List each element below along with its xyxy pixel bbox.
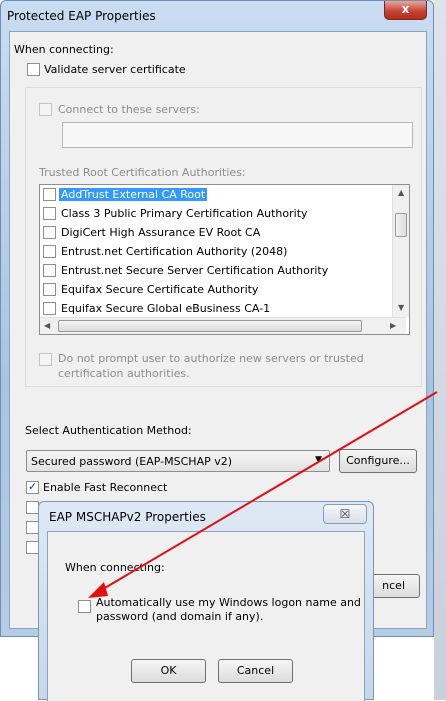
authority-checkbox[interactable] [43, 245, 56, 258]
vertical-scroll-thumb[interactable] [395, 213, 407, 237]
authority-label: Equifax Secure Global eBusiness CA-1 [61, 302, 271, 315]
authority-label: Equifax Secure Certificate Authority [61, 283, 259, 296]
validate-server-certificate-checkbox[interactable] [27, 63, 40, 76]
window-title: Protected EAP Properties [7, 9, 156, 23]
vertical-scrollbar[interactable]: ▲ ▼ [392, 185, 409, 317]
popup-client-area: When connecting: Automatically use my Wi… [47, 531, 365, 701]
authority-label: DigiCert High Assurance EV Root CA [61, 226, 261, 239]
servers-input[interactable] [62, 122, 413, 148]
do-not-prompt-label-line1: Do not prompt user to authorize new serv… [58, 352, 364, 365]
list-item[interactable]: DigiCert High Assurance EV Root CA [40, 223, 390, 242]
background-window-edge [434, 0, 446, 700]
popup-cancel-button[interactable]: Cancel [218, 659, 293, 683]
dropdown-arrow-icon: ▼ [315, 455, 322, 465]
auto-logon-checkbox[interactable] [78, 600, 91, 613]
authority-checkbox[interactable] [43, 302, 56, 315]
authority-checkbox[interactable] [43, 226, 56, 239]
eap-mschapv2-properties-dialog: EAP MSCHAPv2 Properties ☒ When connectin… [38, 501, 374, 701]
authority-label: Class 3 Public Primary Certification Aut… [61, 207, 308, 220]
when-connecting-heading: When connecting: [14, 43, 114, 56]
list-item[interactable]: AddTrust External CA Root [40, 185, 390, 204]
authority-label: Entrust.net Certification Authority (204… [61, 245, 288, 258]
authority-label: Entrust.net Secure Server Certification … [61, 264, 329, 277]
enable-fast-reconnect-label: Enable Fast Reconnect [43, 481, 168, 494]
connect-to-servers-checkbox[interactable] [39, 103, 52, 116]
horizontal-scroll-thumb[interactable] [58, 320, 362, 332]
do-not-prompt-label-line2: certification authorities. [58, 367, 190, 380]
authority-checkbox[interactable] [43, 283, 56, 296]
trusted-root-list[interactable]: AddTrust External CA Root Class 3 Public … [39, 184, 410, 335]
configure-button[interactable]: Configure... [339, 449, 417, 473]
scroll-down-arrow-icon[interactable]: ▼ [398, 303, 404, 312]
horizontal-scrollbar[interactable]: ◀ ▶ [40, 317, 406, 334]
list-item[interactable]: Class 3 Public Primary Certification Aut… [40, 204, 390, 223]
list-item[interactable]: Equifax Secure Global eBusiness CA-1 [40, 299, 390, 318]
list-item[interactable]: Entrust.net Certification Authority (204… [40, 242, 390, 261]
popup-title: EAP MSCHAPv2 Properties [49, 510, 206, 524]
ok-button[interactable]: OK [131, 659, 206, 683]
connect-to-servers-label: Connect to these servers: [58, 103, 200, 116]
auth-method-dropdown[interactable]: Secured password (EAP-MSCHAP v2) ▼ [26, 450, 330, 472]
trusted-root-label: Trusted Root Certification Authorities: [39, 166, 246, 179]
do-not-prompt-checkbox[interactable] [39, 353, 52, 366]
validate-server-certificate-label: Validate server certificate [44, 63, 186, 76]
list-item[interactable]: Entrust.net Secure Server Certification … [40, 261, 390, 280]
auth-method-value: Secured password (EAP-MSCHAP v2) [31, 455, 233, 468]
scroll-up-arrow-icon[interactable]: ▲ [398, 188, 404, 197]
scroll-left-arrow-icon[interactable]: ◀ [44, 321, 50, 330]
close-button[interactable]: x [384, 1, 427, 20]
close-icon: ☒ [339, 507, 351, 521]
authority-checkbox[interactable] [43, 264, 56, 277]
auth-method-heading: Select Authentication Method: [25, 424, 192, 437]
auto-logon-label-line1: Automatically use my Windows logon name … [96, 596, 361, 609]
scroll-right-arrow-icon[interactable]: ▶ [390, 321, 396, 330]
authority-checkbox[interactable] [43, 188, 56, 201]
close-icon: x [401, 2, 410, 16]
certificate-options-group: Connect to these servers: Trusted Root C… [25, 87, 422, 387]
auto-logon-label-line2: password (and domain if any). [96, 610, 264, 623]
enable-fast-reconnect-checkbox[interactable] [26, 480, 39, 494]
popup-when-connecting-heading: When connecting: [65, 561, 165, 574]
authority-checkbox[interactable] [43, 207, 56, 220]
popup-close-button[interactable]: ☒ [323, 504, 367, 524]
list-item[interactable]: Equifax Secure Certificate Authority [40, 280, 390, 299]
authority-label: AddTrust External CA Root [59, 188, 208, 201]
